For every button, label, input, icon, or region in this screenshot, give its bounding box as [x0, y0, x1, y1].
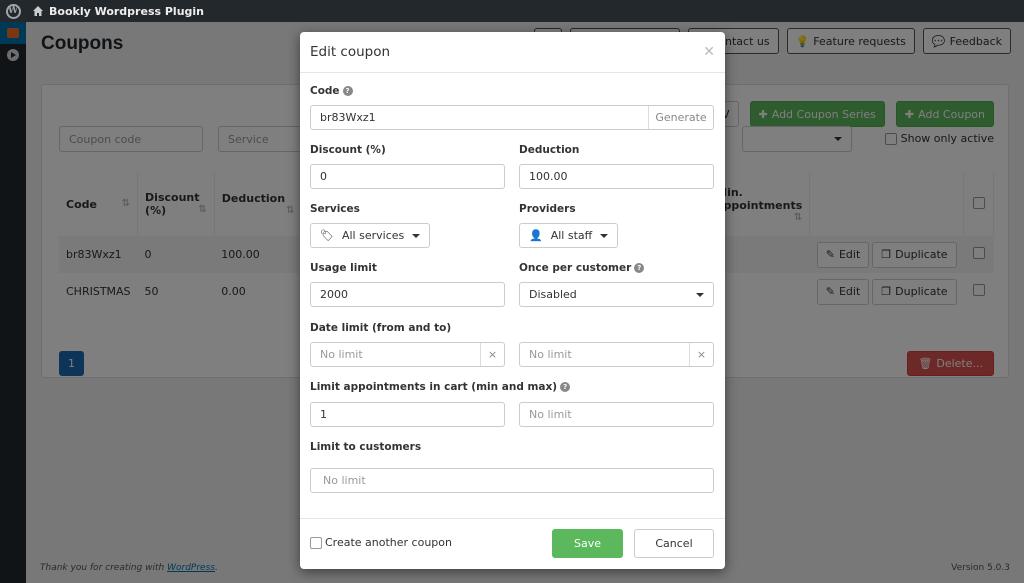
cart-limit-label: Limit appointments in cart (min and max)… [310, 381, 571, 393]
clear-date-from-icon[interactable]: × [480, 343, 504, 366]
deduction-label: Deduction [519, 144, 580, 156]
modal-header: Edit coupon ✕ [300, 32, 725, 73]
create-another-checkbox[interactable] [310, 536, 322, 549]
home-icon [33, 6, 43, 16]
user-icon: 👤 [529, 229, 543, 242]
help-icon[interactable]: ? [342, 86, 353, 96]
chevron-down-icon [696, 292, 704, 297]
usage-limit-input[interactable]: 2000 [310, 282, 505, 307]
code-input[interactable]: br83Wxz1 Generate [310, 105, 714, 130]
discount-label: Discount (%) [310, 144, 386, 156]
wordpress-logo-icon[interactable]: W [2, 0, 24, 22]
edit-coupon-modal: Edit coupon ✕ Code? br83Wxz1 Generate Di… [300, 32, 725, 569]
date-from-input[interactable]: No limit × [310, 342, 505, 367]
date-limit-label: Date limit (from and to) [310, 322, 452, 334]
services-dropdown[interactable]: 🏷 All services [310, 223, 431, 248]
generate-button[interactable]: Generate [648, 106, 713, 129]
deduction-input[interactable]: 100.00 [519, 164, 714, 189]
chevron-down-icon [412, 233, 421, 238]
cart-max-input[interactable]: No limit [519, 402, 714, 427]
save-button[interactable]: Save [552, 529, 623, 558]
cart-min-input[interactable]: 1 [310, 402, 505, 427]
help-icon[interactable]: ? [560, 382, 571, 392]
chevron-down-icon [600, 233, 609, 238]
create-another-toggle[interactable]: Create another coupon [310, 536, 452, 549]
providers-dropdown[interactable]: 👤 All staff [519, 223, 619, 248]
usage-limit-label: Usage limit [310, 262, 377, 274]
date-to-input[interactable]: No limit × [519, 342, 714, 367]
providers-label: Providers [519, 203, 576, 215]
clear-date-to-icon[interactable]: × [689, 343, 713, 366]
once-per-customer-label: Once per customer? [519, 262, 645, 274]
close-icon[interactable]: ✕ [703, 44, 715, 60]
once-per-customer-select[interactable]: Disabled [519, 282, 714, 307]
customers-input[interactable]: No limit [310, 468, 714, 493]
services-label: Services [310, 203, 360, 215]
tag-icon: 🏷 [320, 229, 334, 242]
admin-bar-overlay: W Bookly Wordpress Plugin [0, 0, 1024, 22]
customers-label: Limit to customers [310, 441, 422, 453]
help-icon[interactable]: ? [634, 263, 645, 273]
site-name-link[interactable]: Bookly Wordpress Plugin [32, 5, 204, 18]
modal-title: Edit coupon [310, 44, 391, 60]
modal-footer: Create another coupon Save Cancel [300, 518, 725, 569]
cancel-button[interactable]: Cancel [634, 529, 714, 558]
discount-input[interactable]: 0 [310, 164, 505, 189]
code-label: Code? [310, 85, 353, 97]
